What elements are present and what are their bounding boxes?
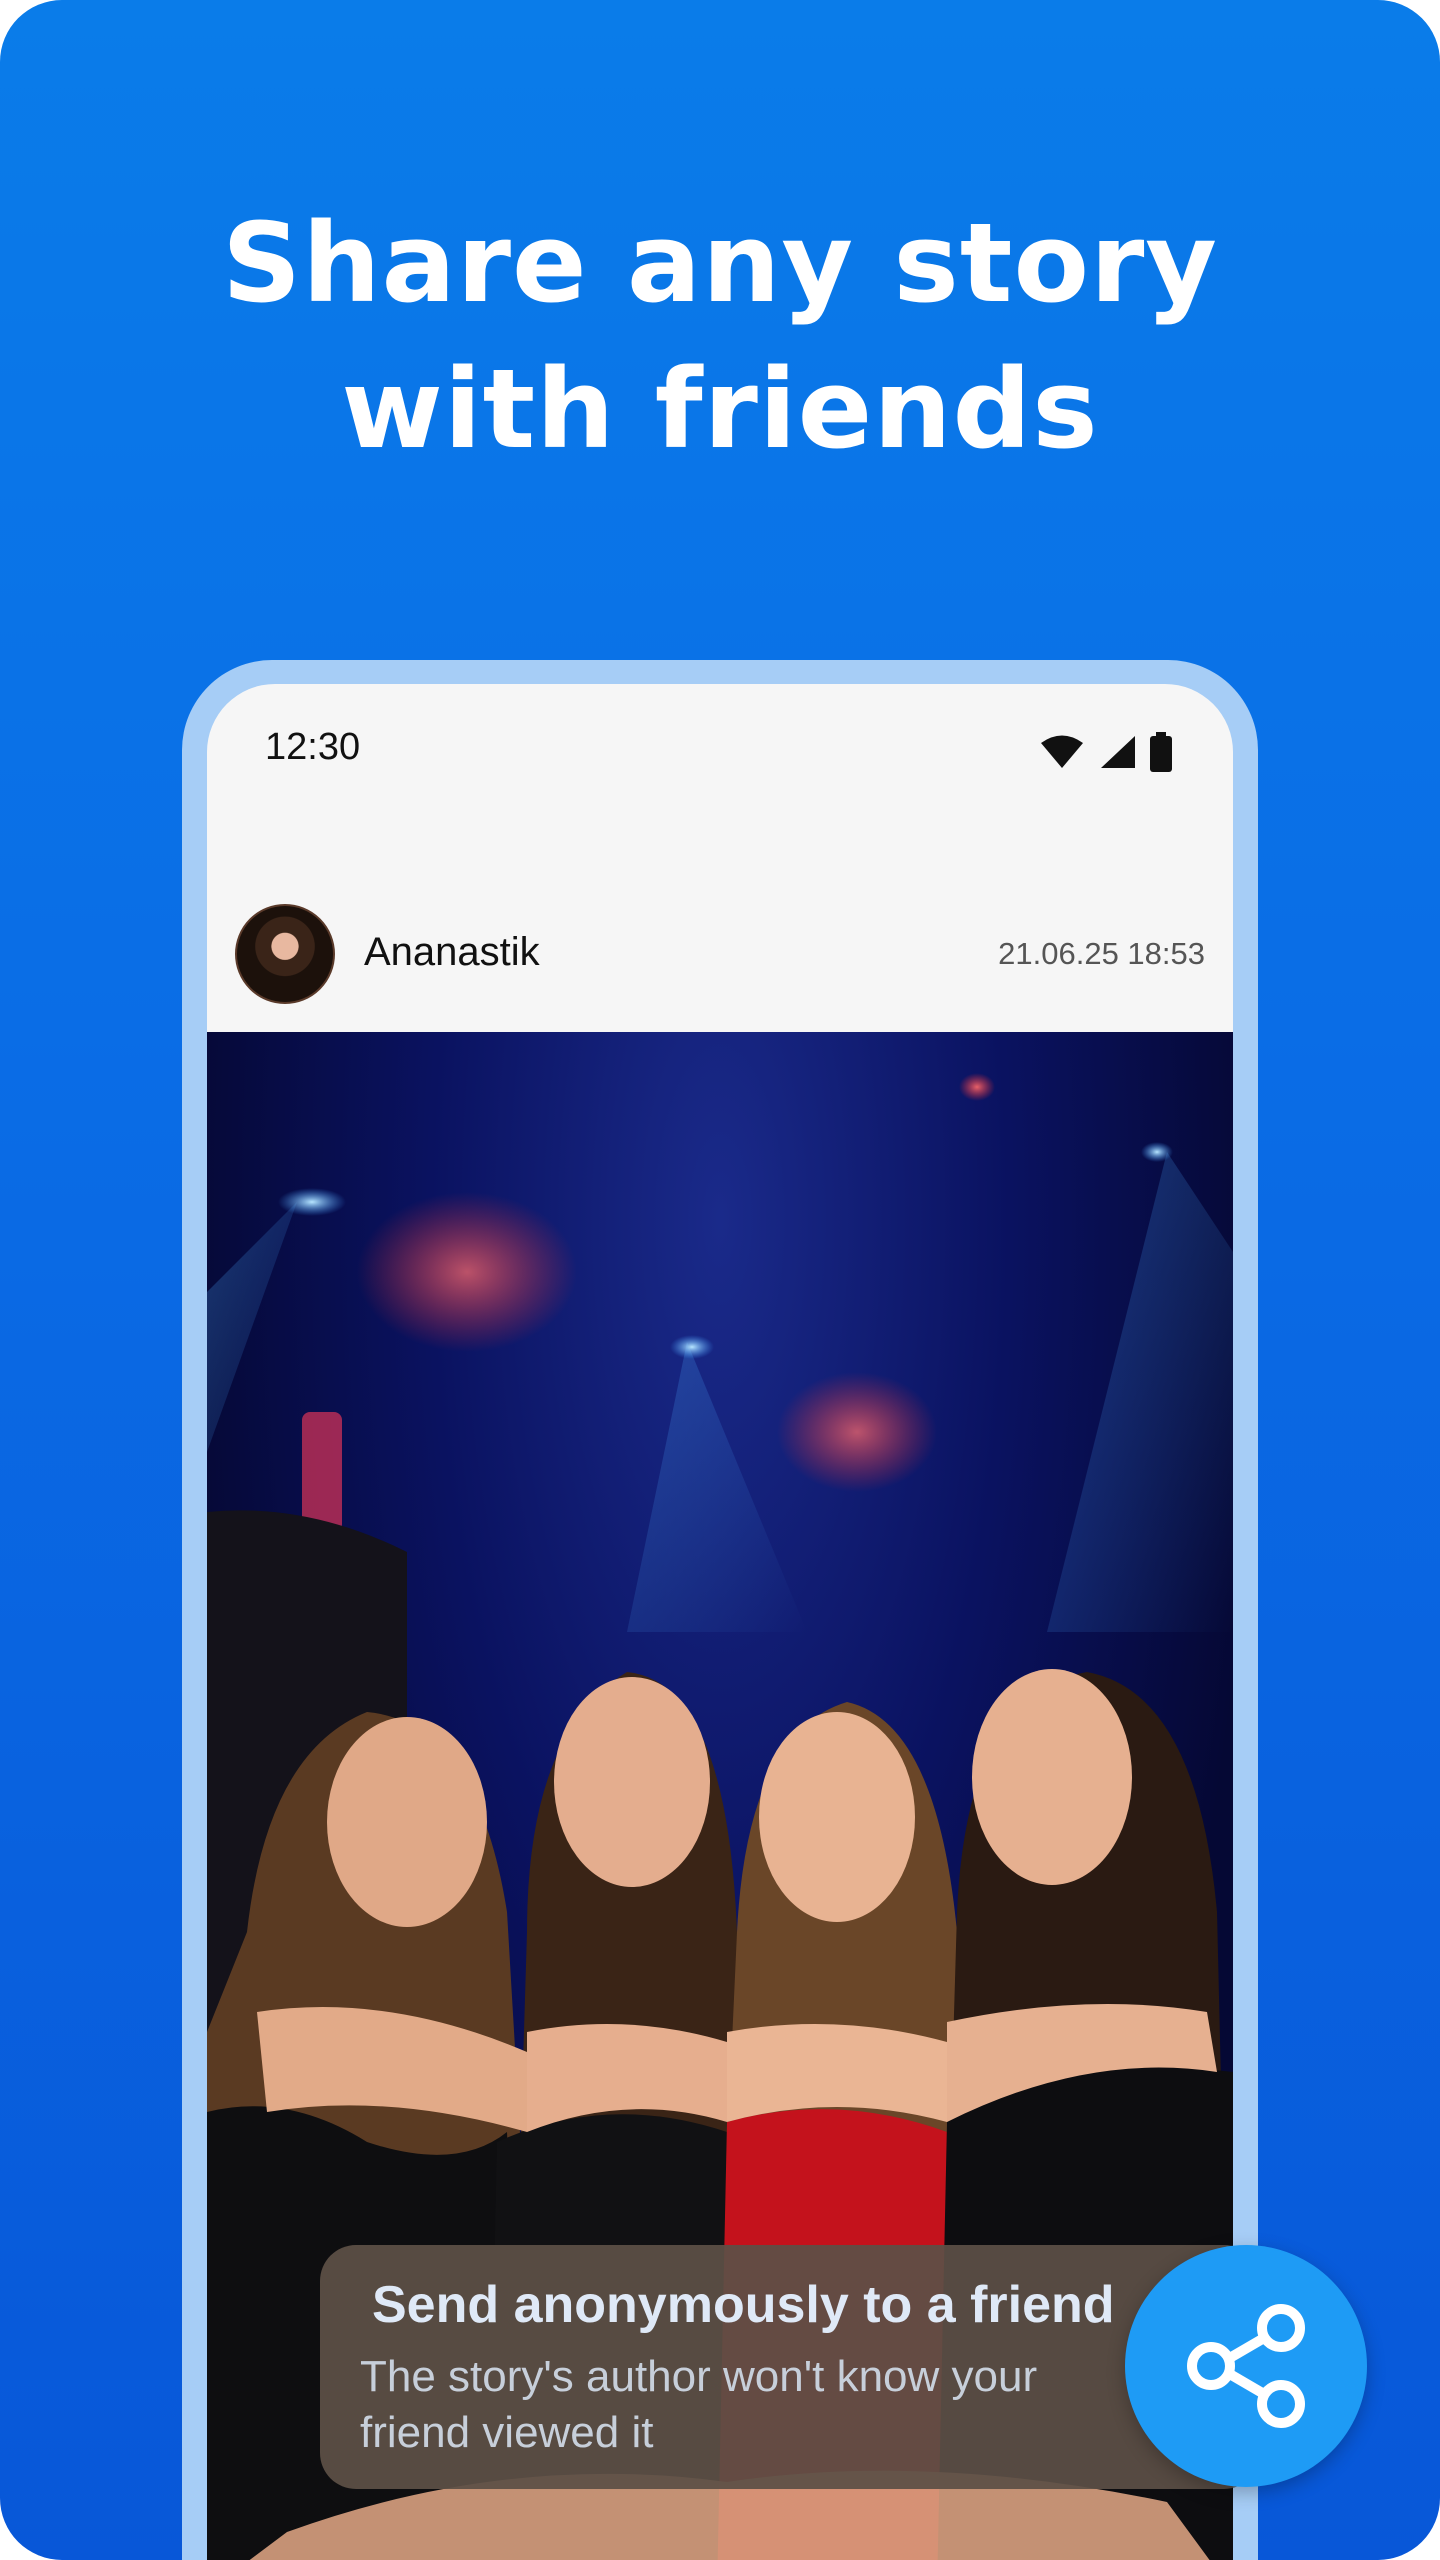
post-date: 21.06.25 18:53 <box>998 936 1205 971</box>
toast-subtitle: The story's author won't know your frien… <box>360 2352 1038 2457</box>
post-header: Ananastik 21.06.25 18:53 <box>207 884 1233 1032</box>
share-button[interactable] <box>1125 2245 1367 2487</box>
headline-line-1: Share any story <box>221 199 1219 327</box>
headline-line-2: with friends <box>341 345 1099 473</box>
battery-icon <box>1150 732 1172 772</box>
send-anonymously-toast[interactable]: Send anonymously to a friend The story's… <box>320 2245 1260 2489</box>
status-time: 12:30 <box>265 726 361 768</box>
toast-title: Send anonymously to a friend <box>372 2276 1115 2334</box>
status-bar: 12:30 <box>207 684 1233 824</box>
share-icon <box>1187 2304 1305 2428</box>
avatar[interactable] <box>235 904 335 1004</box>
signal-icon <box>1101 736 1135 768</box>
wifi-icon <box>1041 735 1083 768</box>
status-icons <box>1039 732 1173 772</box>
headline: Share any story with friends <box>0 190 1440 482</box>
promo-card: Share any story with friends 12:30 Anana… <box>0 0 1440 2560</box>
author-name[interactable]: Ananastik <box>364 930 540 975</box>
